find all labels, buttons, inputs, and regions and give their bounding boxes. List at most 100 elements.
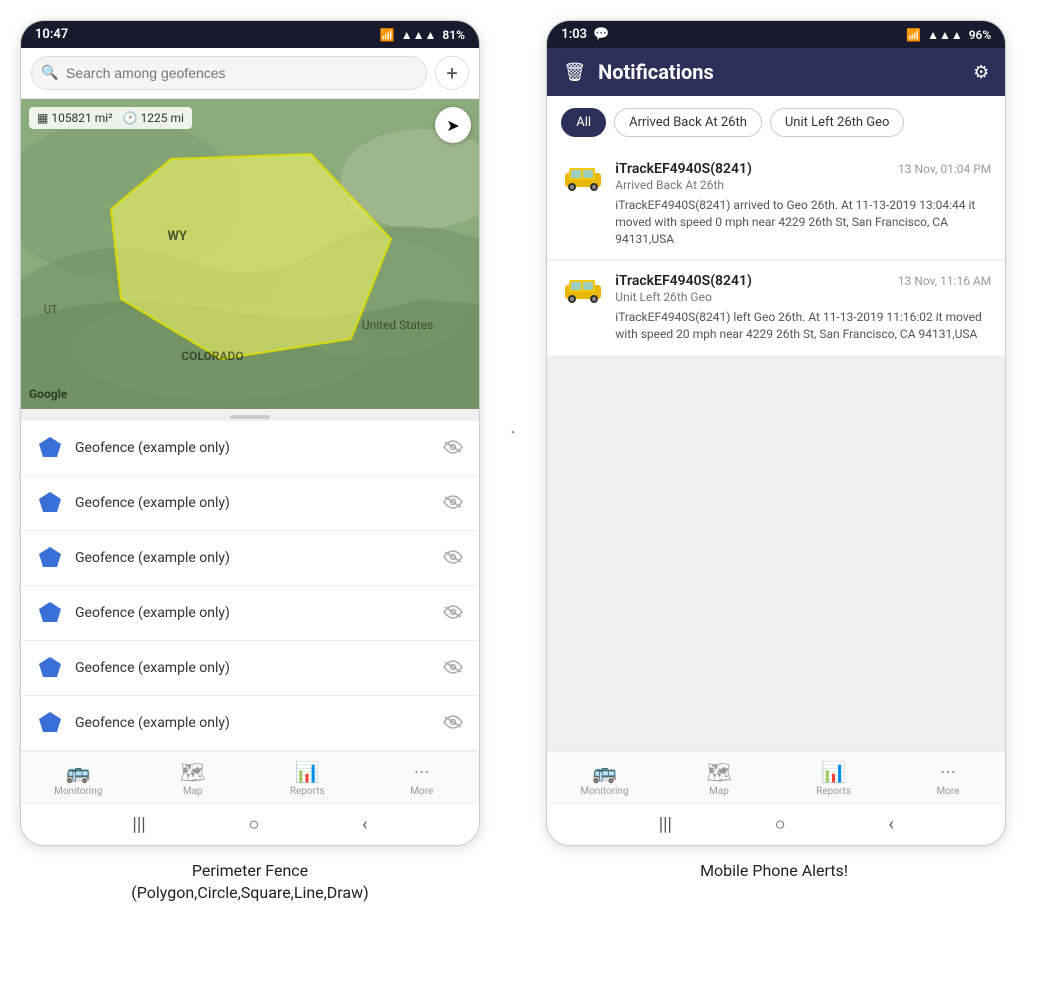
pentagon-icon	[37, 545, 63, 571]
pentagon-icon	[37, 435, 63, 461]
geofence-item[interactable]: Geofence (example only)	[21, 476, 479, 531]
android-home-button-r[interactable]: ○	[775, 814, 786, 835]
notif-body: iTrackEF4940S(8241) left Geo 26th. At 11…	[561, 309, 991, 343]
geofence-name: Geofence (example only)	[75, 605, 431, 621]
left-phone: 10:47 📶 ▲▲▲ 81% 🔍 +	[20, 20, 480, 846]
map-label-ut: UT	[44, 303, 58, 316]
map-area-stat: ▦ 105821 mi²	[37, 111, 113, 125]
notif-event: Arrived Back At 26th	[615, 178, 991, 192]
nav-icon-r-reports: 📊	[821, 760, 846, 784]
signal-icon-left: ▲▲▲	[401, 28, 437, 42]
notif-device: iTrackEF4940S(8241)	[615, 161, 752, 177]
compass-button[interactable]: ➤	[435, 107, 471, 143]
nav-icon-more: ···	[414, 760, 430, 784]
filter-tab-0[interactable]: All	[561, 108, 606, 137]
search-bar: 🔍 +	[21, 48, 479, 99]
settings-icon[interactable]: ⚙	[973, 62, 989, 83]
android-recent-button-r[interactable]: |||	[659, 814, 672, 835]
status-bar-left: 10:47 📶 ▲▲▲ 81%	[21, 21, 479, 48]
nav-item-left-reports[interactable]: 📊 Reports	[250, 752, 365, 803]
android-recent-button[interactable]: |||	[132, 814, 145, 835]
geofence-name: Geofence (example only)	[75, 715, 431, 731]
map-background: ▦ 105821 mi² 🕑 1225 mi WY United States …	[21, 99, 479, 409]
nav-item-left-map[interactable]: 🗺 Map	[136, 752, 251, 803]
visibility-toggle[interactable]	[443, 439, 463, 458]
notif-card-header: iTrackEF4940S(8241) 13 Nov, 11:16 AM Uni…	[561, 273, 991, 305]
notifications-title: Notifications	[598, 60, 961, 84]
nav-item-right-more[interactable]: ··· More	[891, 752, 1006, 803]
signal-icon-right: ▲▲▲	[927, 28, 963, 42]
nav-label-r-monitoring: Monitoring	[580, 786, 628, 797]
nav-icon-monitoring: 🚌	[66, 760, 91, 784]
nav-item-right-monitoring[interactable]: 🚌 Monitoring	[547, 752, 662, 803]
delete-icon[interactable]: 🗑	[563, 62, 586, 83]
notif-body: iTrackEF4940S(8241) arrived to Geo 26th.…	[561, 197, 991, 247]
status-icons-right: 📶 ▲▲▲ 96%	[906, 28, 991, 42]
pentagon-icon	[37, 655, 63, 681]
android-back-button-r[interactable]: ‹	[888, 814, 893, 835]
google-logo: Google	[29, 387, 67, 401]
nav-item-left-monitoring[interactable]: 🚌 Monitoring	[21, 752, 136, 803]
nav-item-left-more[interactable]: ··· More	[365, 752, 480, 803]
geofence-list: Geofence (example only) Geofence (exampl…	[21, 421, 479, 751]
nav-label-more: More	[410, 786, 433, 797]
geofence-item[interactable]: Geofence (example only)	[21, 531, 479, 586]
visibility-toggle[interactable]	[443, 494, 463, 513]
geofence-item[interactable]: Geofence (example only)	[21, 696, 479, 751]
notif-info: iTrackEF4940S(8241) 13 Nov, 01:04 PM Arr…	[615, 161, 991, 192]
map-distance-stat: 🕑 1225 mi	[123, 111, 184, 125]
geofence-item[interactable]: Geofence (example only)	[21, 421, 479, 476]
scroll-indicator	[21, 409, 479, 421]
search-input[interactable]	[31, 56, 427, 90]
pentagon-icon	[37, 600, 63, 626]
visibility-toggle[interactable]	[443, 604, 463, 623]
vehicle-icon	[561, 161, 605, 193]
nav-label-reports: Reports	[290, 786, 325, 797]
wifi-icon-left: 📶	[380, 28, 395, 42]
notification-card[interactable]: iTrackEF4940S(8241) 13 Nov, 11:16 AM Uni…	[547, 261, 1005, 355]
nav-label-r-more: More	[937, 786, 960, 797]
visibility-toggle[interactable]	[443, 714, 463, 733]
notif-device: iTrackEF4940S(8241)	[615, 273, 752, 289]
status-icons-left: 📶 ▲▲▲ 81%	[380, 28, 465, 42]
notif-card-header: iTrackEF4940S(8241) 13 Nov, 01:04 PM Arr…	[561, 161, 991, 193]
scroll-dot	[230, 415, 270, 419]
visibility-toggle[interactable]	[443, 659, 463, 678]
map-area: ▦ 105821 mi² 🕑 1225 mi WY United States …	[21, 99, 479, 409]
time-left: 10:47	[35, 27, 68, 42]
geofence-item[interactable]: Geofence (example only)	[21, 641, 479, 696]
right-phone: 1:03 💬 📶 ▲▲▲ 96% 🗑 Notifications ⚙ AllAr…	[546, 20, 1006, 846]
nav-label-monitoring: Monitoring	[54, 786, 102, 797]
filter-tab-2[interactable]: Unit Left 26th Geo	[770, 108, 905, 137]
map-terrain-svg	[21, 99, 479, 409]
nav-icon-r-more: ···	[940, 760, 956, 784]
notif-info: iTrackEF4940S(8241) 13 Nov, 11:16 AM Uni…	[615, 273, 991, 304]
map-label-us: United States	[362, 318, 433, 332]
vehicle-icon	[561, 273, 605, 305]
notification-card[interactable]: iTrackEF4940S(8241) 13 Nov, 01:04 PM Arr…	[547, 149, 1005, 259]
nav-label-r-reports: Reports	[816, 786, 851, 797]
android-nav-left: ||| ○ ‹	[21, 803, 479, 845]
notif-time: 13 Nov, 11:16 AM	[898, 274, 991, 288]
nav-icon-map: 🗺	[180, 760, 205, 784]
visibility-toggle[interactable]	[443, 549, 463, 568]
android-home-button[interactable]: ○	[248, 814, 259, 835]
wifi-icon-right: 📶	[906, 28, 921, 42]
add-geofence-button[interactable]: +	[435, 56, 469, 90]
nav-item-right-reports[interactable]: 📊 Reports	[776, 752, 891, 803]
right-caption: Mobile Phone Alerts!	[544, 860, 1004, 905]
filter-tab-1[interactable]: Arrived Back At 26th	[614, 108, 762, 137]
battery-left: 81%	[442, 28, 465, 42]
geofence-name: Geofence (example only)	[75, 550, 431, 566]
chat-icon: 💬	[593, 27, 609, 42]
geofence-name: Geofence (example only)	[75, 495, 431, 511]
android-nav-right: ||| ○ ‹	[547, 803, 1005, 845]
right-caption-text: Mobile Phone Alerts!	[700, 861, 848, 880]
bottom-nav-left: 🚌 Monitoring 🗺 Map 📊 Reports ··· More	[21, 751, 479, 803]
geofence-item[interactable]: Geofence (example only)	[21, 586, 479, 641]
map-label-wy: WY	[168, 229, 187, 244]
nav-item-right-map[interactable]: 🗺 Map	[662, 752, 777, 803]
pentagon-icon	[37, 490, 63, 516]
android-back-button[interactable]: ‹	[362, 814, 367, 835]
filter-tabs: All Arrived Back At 26th Unit Left 26th Ge…	[547, 96, 1005, 149]
